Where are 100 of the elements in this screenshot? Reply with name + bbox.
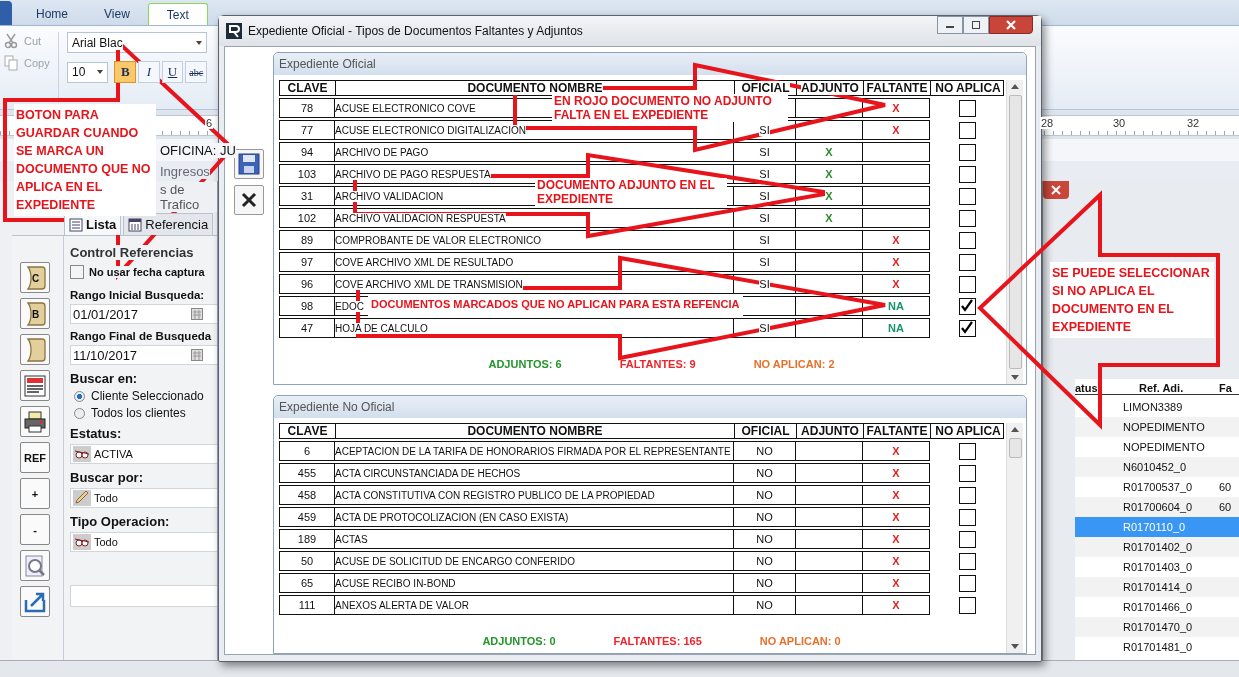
font-name-dropdown[interactable]: Arial Blac: [67, 32, 207, 53]
table-cell: 47: [279, 318, 335, 338]
checkbox[interactable]: [958, 486, 976, 504]
table-row[interactable]: R01701470_0: [1075, 617, 1239, 637]
format-button[interactable]: B: [114, 61, 137, 83]
radio-button[interactable]: [74, 390, 85, 402]
dropdown-field[interactable]: Todo: [70, 532, 217, 552]
table-cell: NO: [734, 573, 796, 593]
table-cell: [796, 485, 863, 505]
checkbox[interactable]: [958, 231, 976, 249]
toolbar-button[interactable]: REF: [20, 442, 50, 473]
table-row[interactable]: R01701414_0: [1075, 577, 1239, 597]
format-button[interactable]: U: [161, 61, 184, 83]
table-row[interactable]: N6010452_0: [1075, 457, 1239, 477]
table-cell: 60: [1219, 501, 1232, 513]
table-cell: COMPROBANTE DE VALOR ELECTRONICO: [335, 230, 734, 250]
font-size-dropdown[interactable]: 10: [67, 61, 109, 83]
column-header: OFICIAL: [741, 424, 790, 438]
table-row[interactable]: NOPEDIMENTO: [1075, 417, 1239, 437]
scroll-up-icon[interactable]: [1011, 84, 1019, 89]
radio-button[interactable]: [74, 407, 85, 419]
scrollbar-thumb[interactable]: [1008, 95, 1022, 369]
date-field[interactable]: 11/10/2017: [70, 345, 217, 365]
table-cell: X: [796, 142, 863, 162]
column-header[interactable]: Ref. Adi.: [1139, 381, 1184, 394]
toolbar-button[interactable]: [20, 586, 50, 617]
text-field[interactable]: [70, 585, 217, 607]
table-cell: R01700604_0: [1123, 501, 1193, 513]
table-cell: X: [796, 208, 863, 228]
checkbox[interactable]: [958, 508, 976, 526]
checkbox[interactable]: [958, 121, 976, 139]
table-cell: 31: [279, 186, 335, 206]
toolbar-button[interactable]: +: [20, 478, 50, 509]
callout-text: EN ROJO DOCUMENTO NO ADJUNTO FALTA EN EL EXPEDIENTE: [552, 94, 788, 122]
maximize-button[interactable]: [963, 16, 989, 34]
table-cell: ACEPTACION DE LA TARIFA DE HONORARIOS FIRMADA POR EL REPRESENTANTE: [335, 441, 734, 461]
scrollbar-thumb[interactable]: [1008, 438, 1022, 458]
close-button[interactable]: [989, 16, 1033, 34]
minimize-button[interactable]: [937, 16, 963, 34]
checkbox[interactable]: [958, 143, 976, 161]
scroll-up-icon[interactable]: [1011, 427, 1019, 432]
scrollbar[interactable]: [1006, 80, 1023, 384]
table-row[interactable]: R01700604_0 60: [1075, 497, 1239, 517]
toolbar-button[interactable]: C: [20, 262, 50, 293]
checkbox[interactable]: [958, 552, 976, 570]
column-header[interactable]: atus: [1075, 381, 1098, 394]
dropdown-field[interactable]: ACTIVA: [70, 444, 217, 464]
field-label: Rango Final de Busqueda: [70, 330, 212, 342]
checkbox[interactable]: [958, 253, 976, 271]
checkbox-label: No usar fecha captura: [89, 266, 205, 278]
format-button[interactable]: I: [138, 61, 160, 83]
table-cell: [796, 529, 863, 549]
table-cell: X: [863, 507, 930, 527]
table-cell: [796, 441, 863, 461]
table-cell: X: [863, 441, 930, 461]
ribbon-tab[interactable]: Text: [147, 3, 208, 25]
checkbox[interactable]: [958, 596, 976, 614]
checkbox[interactable]: [958, 187, 976, 205]
save-button[interactable]: [233, 149, 264, 179]
window-title: Expediente Oficial - Tipos de Documentos Faltantes y Adjuntos: [248, 24, 583, 38]
checkbox[interactable]: [958, 165, 976, 183]
toolbar-button[interactable]: [20, 406, 50, 437]
toolbar-button[interactable]: -: [20, 514, 50, 545]
checkbox[interactable]: [958, 464, 976, 482]
maximize-icon: [971, 21, 981, 29]
table-cell: [796, 595, 863, 615]
ribbon-tab[interactable]: Home: [18, 3, 86, 25]
field-label: Buscar en:: [70, 371, 138, 386]
column-header: ADJUNTO: [801, 81, 859, 95]
checkbox[interactable]: [958, 99, 976, 117]
checkbox[interactable]: [70, 265, 84, 279]
checkbox[interactable]: [958, 574, 976, 592]
column-header[interactable]: Fa: [1219, 381, 1232, 394]
panel-tab[interactable]: Referencia: [123, 213, 214, 235]
scrollbar[interactable]: [1006, 423, 1023, 653]
table-cell: X: [863, 463, 930, 483]
toolbar-button[interactable]: B: [20, 298, 50, 329]
close-button[interactable]: [233, 185, 264, 215]
close-button[interactable]: [1043, 181, 1069, 199]
report-icon: [23, 373, 47, 398]
table-cell: NOPEDIMENTO: [1123, 421, 1205, 433]
calendar-icon: [128, 217, 143, 232]
checkbox[interactable]: [958, 530, 976, 548]
table-cell: R01701466_0: [1123, 601, 1193, 613]
format-button[interactable]: abc: [185, 61, 207, 83]
dropdown-field[interactable]: Todo: [70, 488, 217, 508]
toolbar-button[interactable]: [20, 550, 50, 581]
table-cell: NO: [734, 551, 796, 571]
checkbox[interactable]: [958, 442, 976, 460]
table-cell: 78: [279, 98, 335, 118]
checkbox[interactable]: [958, 275, 976, 293]
ribbon-tab[interactable]: View: [86, 3, 148, 25]
scroll-down-icon[interactable]: [1011, 375, 1019, 380]
checkbox[interactable]: [958, 297, 976, 315]
toolbar-button[interactable]: [20, 370, 50, 401]
checkbox[interactable]: [958, 209, 976, 227]
scroll-down-icon[interactable]: [1011, 644, 1019, 649]
date-field[interactable]: 01/01/2017: [70, 304, 217, 324]
checkbox[interactable]: [958, 319, 976, 337]
table-row[interactable]: R01701402_0: [1075, 537, 1239, 557]
